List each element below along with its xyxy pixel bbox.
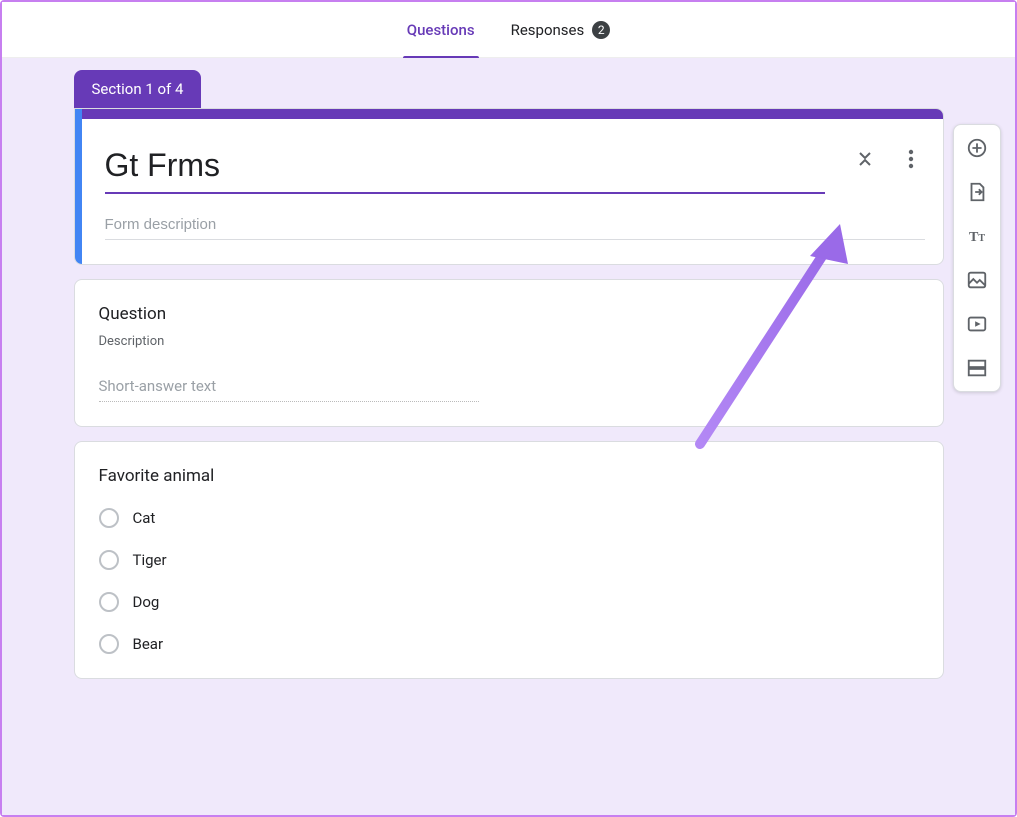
option-label: Dog <box>133 593 160 611</box>
add-title-button[interactable]: TT <box>962 221 992 251</box>
top-tabs: Questions Responses 2 <box>2 2 1015 58</box>
form-canvas: Section 1 of 4 Question Description <box>2 58 1015 815</box>
option-label: Cat <box>133 509 156 527</box>
option-row: Cat <box>99 508 919 528</box>
video-icon <box>966 313 988 335</box>
add-image-button[interactable] <box>962 265 992 295</box>
plus-circle-icon <box>966 137 988 159</box>
option-row: Tiger <box>99 550 919 570</box>
short-answer-placeholder: Short-answer text <box>99 377 479 402</box>
add-section-button[interactable] <box>962 353 992 383</box>
section-icon <box>966 357 988 379</box>
question-description: Description <box>99 334 919 349</box>
tab-responses-label: Responses <box>511 21 585 39</box>
option-row: Bear <box>99 634 919 654</box>
section-title-input[interactable] <box>105 145 825 194</box>
text-icon: TT <box>969 226 985 246</box>
radio-icon <box>99 550 119 570</box>
chevron-collapse-icon <box>857 150 873 168</box>
option-label: Tiger <box>133 551 167 569</box>
question-card-shortanswer[interactable]: Question Description Short-answer text <box>74 279 944 427</box>
radio-icon <box>99 508 119 528</box>
responses-count-badge: 2 <box>592 21 610 39</box>
more-vert-icon <box>908 149 914 169</box>
radio-icon <box>99 634 119 654</box>
section-header-card[interactable] <box>74 108 944 265</box>
option-label: Bear <box>133 635 164 653</box>
collapse-section-button[interactable] <box>851 145 879 173</box>
tab-questions[interactable]: Questions <box>403 11 479 49</box>
add-question-button[interactable] <box>962 133 992 163</box>
radio-icon <box>99 592 119 612</box>
image-icon <box>966 269 988 291</box>
section-overflow-button[interactable] <box>897 145 925 173</box>
section-description-input[interactable] <box>105 212 925 240</box>
section-indicator: Section 1 of 4 <box>74 70 202 108</box>
tab-responses[interactable]: Responses 2 <box>507 11 615 49</box>
question-card-multiplechoice[interactable]: Favorite animal Cat Tiger Dog Bear <box>74 441 944 679</box>
question-title: Question <box>99 304 919 324</box>
tab-questions-label: Questions <box>407 21 475 39</box>
floating-toolbar: TT <box>953 124 1001 392</box>
import-questions-button[interactable] <box>962 177 992 207</box>
option-row: Dog <box>99 592 919 612</box>
add-video-button[interactable] <box>962 309 992 339</box>
file-import-icon <box>966 181 988 203</box>
question-title: Favorite animal <box>99 466 919 486</box>
